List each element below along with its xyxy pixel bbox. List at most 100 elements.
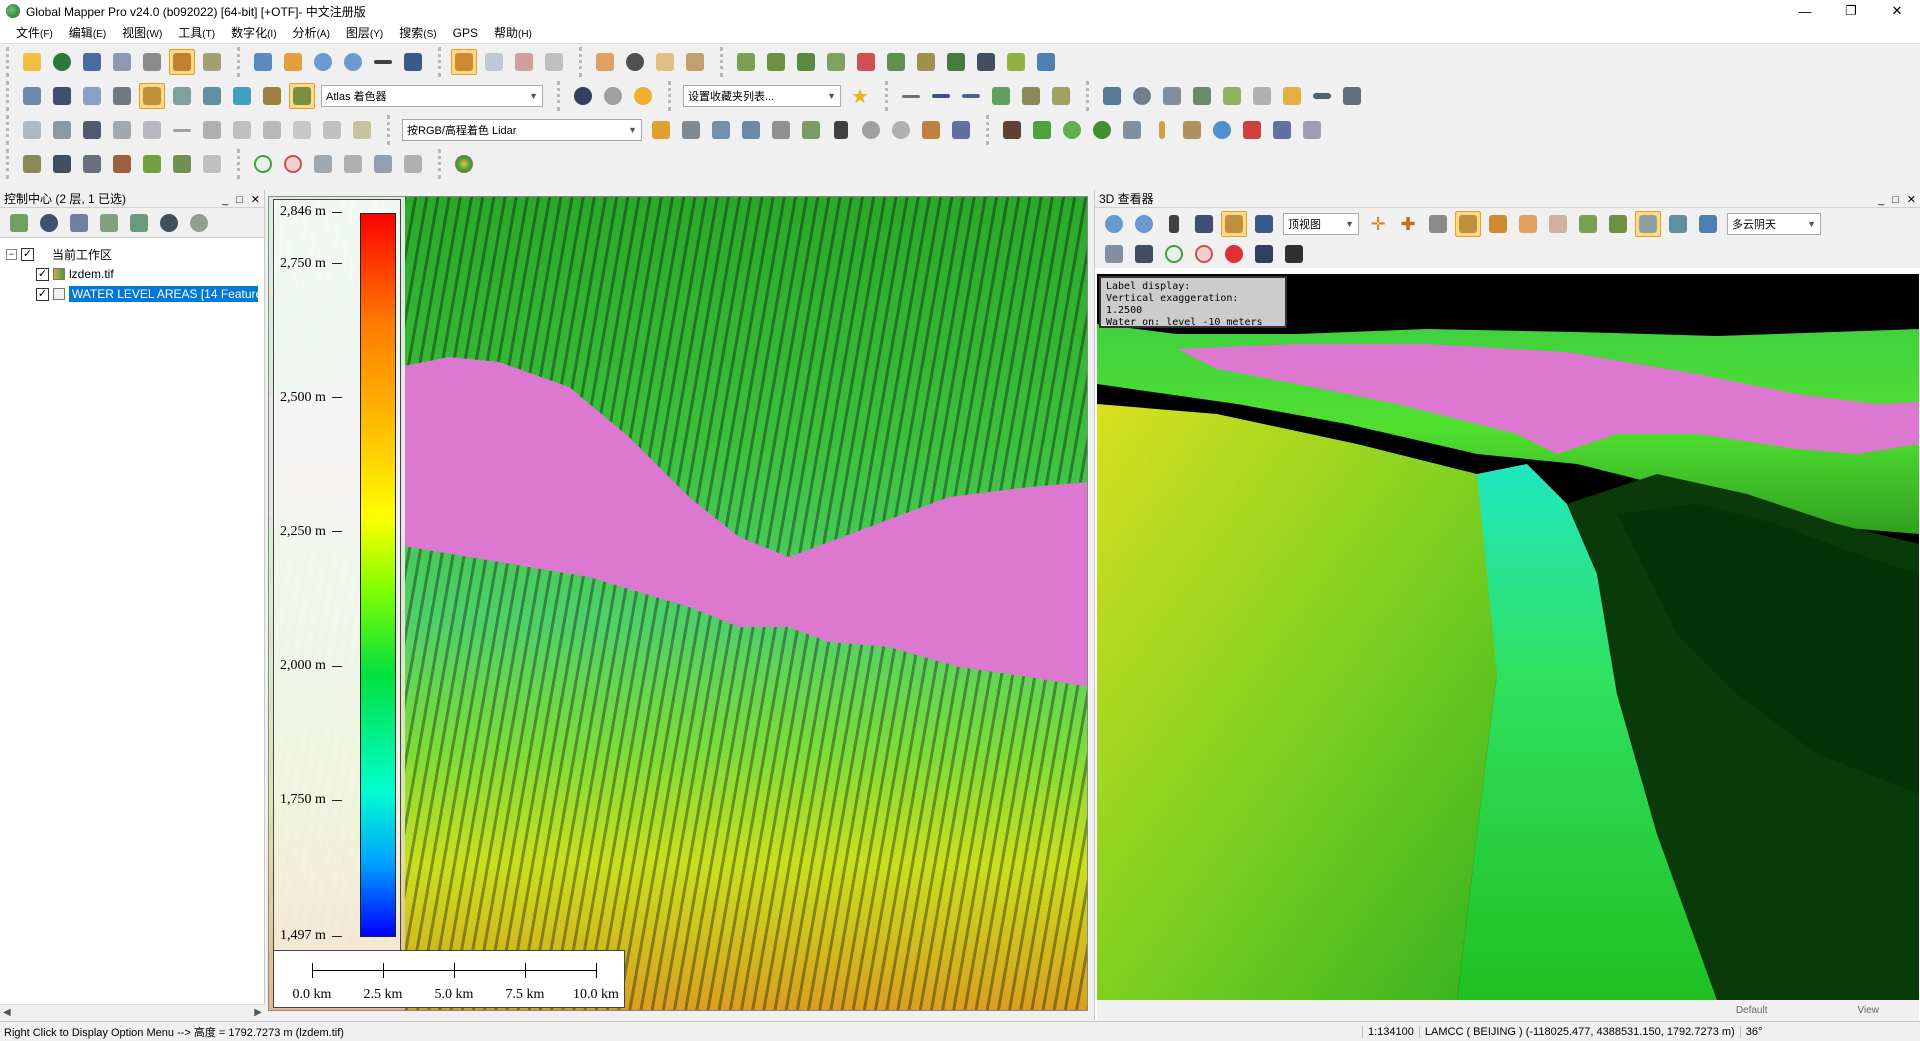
scroll-right-icon[interactable]: ▶ [254, 1007, 262, 1018]
draw-curve-icon[interactable] [958, 83, 984, 109]
panel-minimize-button[interactable]: _ [1878, 194, 1884, 206]
sky-select[interactable]: 多云阴天 ▼ [1727, 213, 1821, 235]
zoom-in-icon[interactable] [310, 49, 336, 75]
merge-feature-icon[interactable] [1279, 83, 1305, 109]
panel-close-button[interactable]: ✕ [1907, 194, 1916, 206]
noise-icon[interactable] [1239, 117, 1265, 143]
measure-path-icon[interactable] [229, 117, 255, 143]
ground-icon[interactable] [999, 117, 1025, 143]
shrub-icon[interactable] [1059, 117, 1085, 143]
delete-vertex-icon[interactable] [139, 117, 165, 143]
control-center-icon[interactable] [169, 49, 195, 75]
viewshed-icon[interactable] [853, 49, 879, 75]
connect-icon[interactable] [259, 117, 285, 143]
moon-icon[interactable] [630, 83, 656, 109]
panel-minimize-button[interactable]: _ [222, 194, 228, 206]
reshape-icon[interactable] [79, 117, 105, 143]
camera-icon[interactable] [1281, 241, 1307, 267]
zoom-in-icon[interactable] [1101, 211, 1127, 237]
view-cube-icon[interactable] [1221, 211, 1247, 237]
cut-icon[interactable] [973, 49, 999, 75]
draw-polygon-icon[interactable] [988, 83, 1014, 109]
lidar-color-select[interactable]: 按RGB/高程着色 Lidar ▼ [402, 119, 642, 141]
fly-icon[interactable] [310, 151, 336, 177]
measure-icon[interactable] [1545, 211, 1571, 237]
pan-hand-icon[interactable] [280, 49, 306, 75]
ruler-icon[interactable] [592, 49, 618, 75]
pen-icon[interactable] [1099, 83, 1125, 109]
water-drop-icon[interactable] [1209, 117, 1235, 143]
layer-close-icon[interactable] [186, 210, 212, 236]
edit-vertex-icon[interactable] [1018, 83, 1044, 109]
split-view-icon[interactable] [79, 83, 105, 109]
hillshade-icon[interactable] [139, 83, 165, 109]
map-view-2d[interactable]: 2,846 m 2,750 m 2,500 m 2,250 m 2,000 m … [268, 196, 1088, 1011]
stop-icon[interactable] [1191, 241, 1217, 267]
path-arrow-icon[interactable] [340, 151, 366, 177]
rotate-icon[interactable] [49, 117, 75, 143]
menu-view[interactable]: 视图(W) [122, 24, 162, 41]
workspace-node[interactable]: − ✓ 当前工作区 [6, 244, 258, 264]
lidar-edit-icon[interactable] [798, 117, 824, 143]
stop-icon[interactable] [280, 151, 306, 177]
crop-icon[interactable] [319, 117, 345, 143]
draw-line-icon[interactable] [928, 83, 954, 109]
flag-icon[interactable] [109, 151, 135, 177]
select-mountain-icon[interactable] [19, 151, 45, 177]
split-feature-icon[interactable] [1249, 83, 1275, 109]
layer-add-icon[interactable] [96, 210, 122, 236]
globe-icon[interactable] [49, 49, 75, 75]
building-icon[interactable] [1119, 117, 1145, 143]
raster-calc-icon[interactable] [943, 49, 969, 75]
online-globe-icon[interactable] [570, 83, 596, 109]
layers-stack-icon[interactable] [918, 117, 944, 143]
save-icon[interactable] [79, 49, 105, 75]
layer-row[interactable]: ✓ WATER LEVEL AREAS [14 Features] [6, 284, 259, 304]
relief-icon[interactable] [289, 83, 315, 109]
profile-icon[interactable] [823, 49, 849, 75]
magic-wand-icon[interactable] [49, 83, 75, 109]
layer-zoom-icon[interactable] [6, 210, 32, 236]
disable-icon[interactable] [1101, 241, 1127, 267]
gps-grid-icon[interactable] [169, 151, 195, 177]
ruler-diag-icon[interactable] [349, 117, 375, 143]
layer-checkbox[interactable]: ✓ [36, 287, 49, 301]
print-icon[interactable] [109, 49, 135, 75]
menu-edit[interactable]: 编辑(E) [69, 24, 106, 41]
remove-waypoint-icon[interactable] [400, 151, 426, 177]
dashed-line-icon[interactable] [898, 83, 924, 109]
walk-icon[interactable] [1161, 211, 1187, 237]
peak-icon[interactable] [49, 151, 75, 177]
menu-analysis[interactable]: 分析(A) [293, 24, 330, 41]
wrench-icon[interactable] [139, 49, 165, 75]
class-icon[interactable] [888, 117, 914, 143]
play-icon[interactable] [250, 151, 276, 177]
mountain-icon[interactable] [793, 49, 819, 75]
elevation-scale-icon[interactable] [1665, 211, 1691, 237]
cluster-icon[interactable] [858, 117, 884, 143]
tree-icon[interactable] [1089, 117, 1115, 143]
triangle-icon[interactable] [828, 117, 854, 143]
pencil-icon[interactable] [1485, 211, 1511, 237]
town-icon[interactable] [79, 151, 105, 177]
crosshair-icon[interactable]: ✚ [1395, 211, 1421, 237]
grid-points-icon[interactable] [1299, 117, 1325, 143]
move-icon[interactable] [19, 117, 45, 143]
workspace-checkbox[interactable]: ✓ [21, 247, 34, 261]
elevation-scale-icon[interactable] [199, 83, 225, 109]
terrain-icon[interactable] [733, 49, 759, 75]
menu-file[interactable]: 文件(F) [16, 24, 53, 41]
water-level-icon[interactable] [1695, 211, 1721, 237]
select-rect-icon[interactable] [481, 49, 507, 75]
favorites-select[interactable]: 设置收藏夹列表... ▼ [683, 85, 841, 107]
cut-line-icon[interactable] [199, 117, 225, 143]
close-button[interactable]: ✕ [1874, 0, 1920, 22]
move-vertex-icon[interactable] [109, 117, 135, 143]
pencil-icon[interactable] [451, 49, 477, 75]
video-camera-icon[interactable] [1251, 241, 1277, 267]
back-arrow-icon[interactable] [370, 49, 396, 75]
flood-icon[interactable] [1033, 49, 1059, 75]
sign-icon[interactable] [139, 151, 165, 177]
fly-through-icon[interactable] [1191, 211, 1217, 237]
delete-x-icon[interactable] [511, 49, 537, 75]
